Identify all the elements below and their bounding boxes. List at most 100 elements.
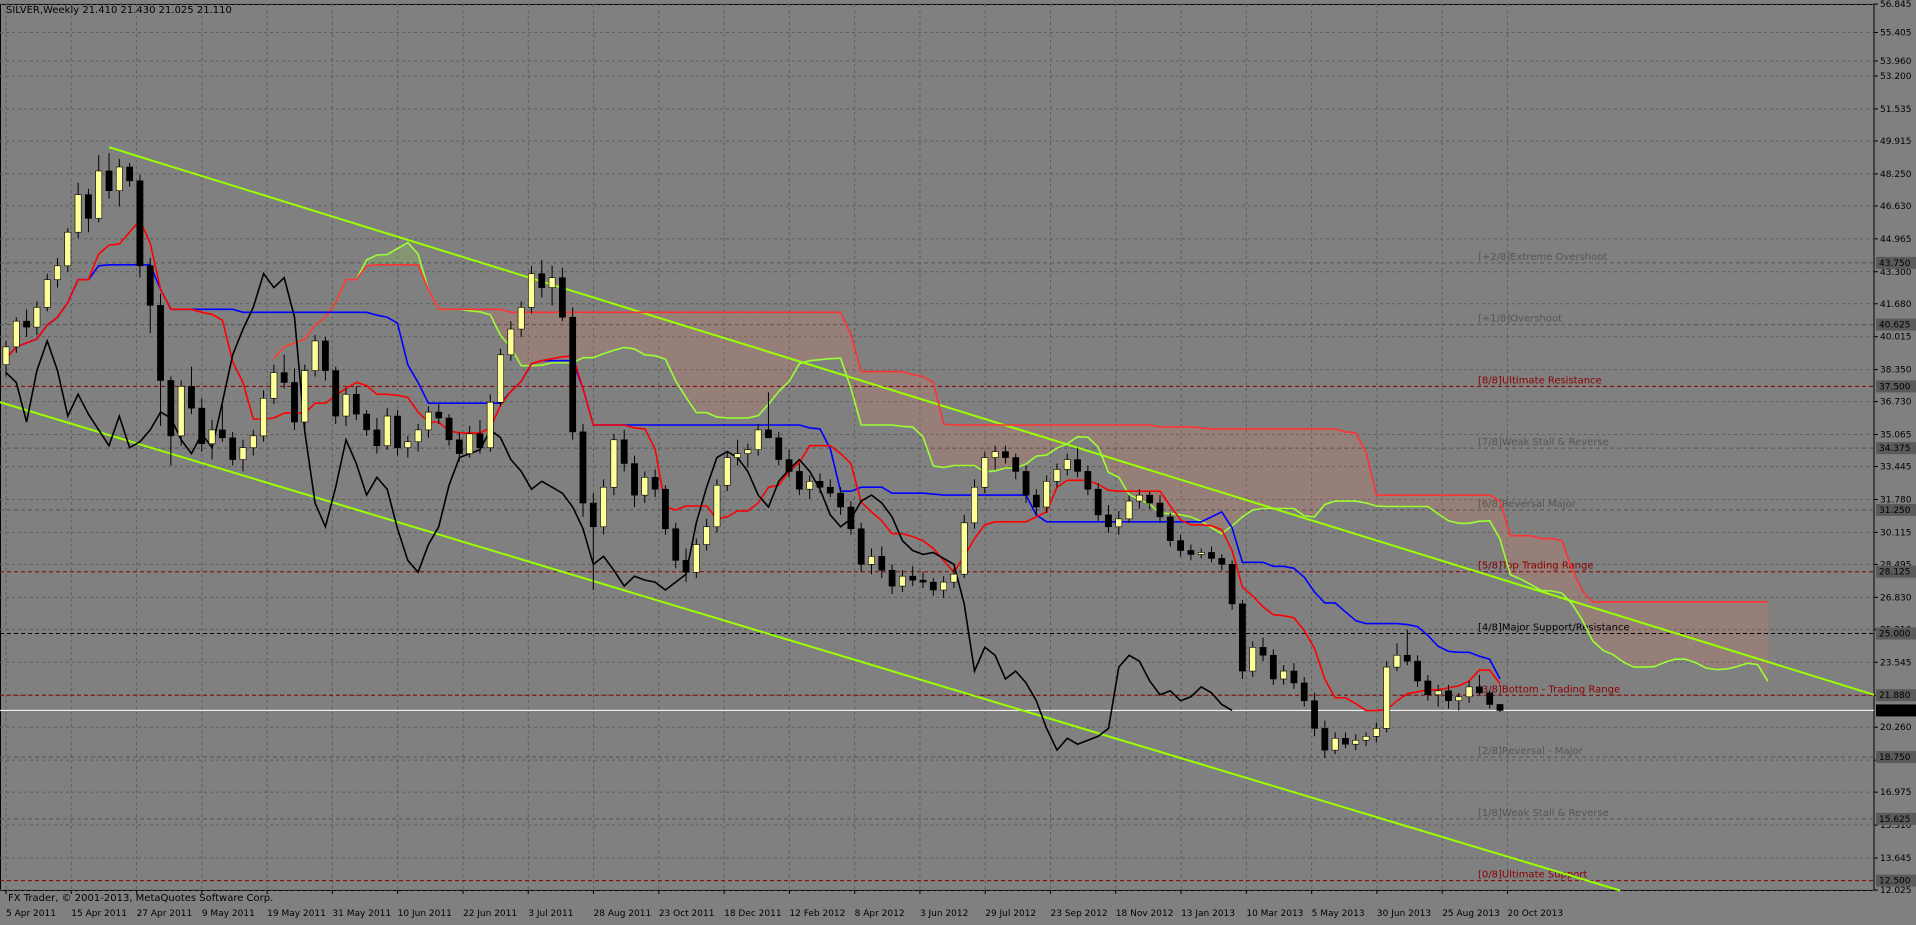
cloud-segment [1726, 601, 1737, 670]
candle-bear [105, 170, 113, 192]
candle-bear [631, 463, 638, 496]
candle-bear [682, 560, 690, 573]
candle-bull [249, 435, 257, 448]
candle-bull [723, 457, 731, 486]
cloud-segment [1077, 424, 1088, 438]
murrey-level-label: [8/8]Ultimate Resistance [1478, 375, 1602, 386]
cloud-segment [1211, 428, 1222, 534]
candle-bear [1156, 502, 1164, 518]
y-tick-label: 38.350 [1880, 366, 1912, 376]
candle-bear [1239, 603, 1246, 672]
candle-bear [476, 433, 484, 448]
x-tick-label: 8 Apr 2012 [855, 909, 905, 919]
price-badge-label: 43.750 [1879, 259, 1911, 269]
cloud-segment [747, 312, 759, 419]
cloud-segment [696, 312, 707, 413]
candle-bear [1032, 494, 1040, 508]
cloud-segment [541, 312, 553, 366]
y-tick-label: 55.405 [1880, 28, 1912, 38]
price-badge-label: 31.250 [1879, 506, 1911, 516]
cloud-segment [1407, 495, 1418, 507]
candle-bull [2, 346, 10, 365]
price-chart: [+2/8]Extreme Overshoot [+1/8]Overshoot [8… [0, 0, 1916, 925]
cloud-segment [830, 312, 841, 359]
candle-bear [1146, 494, 1154, 504]
candle-bear [847, 506, 855, 530]
y-tick-label: 44.965 [1880, 235, 1912, 245]
candle-bull [115, 166, 123, 192]
cloud-segment [1293, 428, 1305, 516]
candle-bull [74, 194, 82, 233]
x-tick-label: 25 Aug 2013 [1442, 909, 1500, 919]
cloud-segment [1304, 428, 1315, 517]
candle-bull [239, 447, 247, 460]
candle-bear [218, 429, 226, 439]
cloud-segment [1510, 535, 1521, 580]
candle-bear [878, 556, 886, 571]
x-tick-label: 27 Apr 2011 [137, 909, 193, 919]
candle-bear [775, 437, 783, 460]
candle-bull [43, 279, 51, 308]
candle-bear [1187, 550, 1195, 555]
cloud-segment [1263, 428, 1274, 509]
candle-bull [1135, 494, 1143, 502]
candle-bear [157, 305, 164, 381]
price-badge-label: 15.625 [1879, 815, 1911, 825]
candle-bull [404, 441, 412, 448]
y-tick-label: 12.025 [1880, 886, 1912, 896]
candle-bear [1105, 514, 1112, 528]
candle-bear [167, 380, 175, 437]
x-tick-label: 5 Apr 2011 [6, 909, 56, 919]
x-tick-label: 13 Jan 2013 [1181, 909, 1235, 919]
candle-bull [1465, 686, 1473, 698]
murrey-level-label: [2/8]Reversal - Major [1478, 746, 1583, 757]
candle-bear [888, 569, 896, 587]
candle-bear [785, 459, 793, 472]
candle-bear [1300, 682, 1308, 702]
candle-bull [507, 328, 515, 356]
price-badge-label: 34.375 [1879, 444, 1911, 454]
cloud-segment [1376, 495, 1387, 507]
cloud-segment [871, 371, 882, 425]
candle-bear [651, 477, 659, 490]
candle-bear [1094, 488, 1102, 516]
x-tick-label: 22 Jun 2011 [463, 909, 517, 919]
cloud-segment [799, 312, 810, 364]
y-tick-label: 53.960 [1880, 57, 1912, 67]
candle-bull [342, 394, 350, 417]
cloud-segment [1448, 495, 1459, 524]
murrey-level-label: [1/8]Weak Stall & Reverse [1478, 808, 1609, 819]
chart-area: [+2/8]Extreme Overshoot [+1/8]Overshoot [8… [0, 0, 1916, 925]
cloud-segment [1180, 426, 1191, 517]
cloud-segment [953, 424, 965, 466]
x-tick-label: 23 Sep 2012 [1051, 909, 1108, 919]
x-tick-label: 20 Oct 2013 [1507, 909, 1563, 919]
candle-bear [229, 437, 237, 460]
candle-bull [95, 170, 103, 219]
cloud-segment [603, 312, 614, 354]
candle-bull [713, 484, 721, 528]
candle-bear [1022, 471, 1030, 496]
candle-bear [188, 386, 195, 409]
candle-bull [971, 486, 978, 524]
candle-bull [1197, 552, 1205, 555]
cloud-segment [1396, 495, 1408, 507]
symbol-header: SILVER,Weekly 21.410 21.430 21.025 21.11… [6, 5, 232, 16]
copyright-text: FX Trader, © 2001-2013, MetaQuotes Softw… [8, 893, 273, 904]
candle-bear [1290, 670, 1298, 684]
candle-bear [826, 486, 834, 494]
y-tick-label: 53.200 [1880, 72, 1912, 82]
candle-bear [1002, 451, 1009, 458]
cloud-segment [1036, 424, 1047, 457]
candle-bear [85, 194, 92, 219]
candle-bear [765, 429, 772, 439]
cloud-segment [768, 312, 779, 405]
price-badge-label: 28.125 [1879, 568, 1911, 578]
candle-bear [1084, 471, 1092, 490]
cloud-segment [1458, 495, 1470, 524]
candle-bear [662, 488, 669, 530]
cloud-segment [943, 423, 954, 468]
cloud-segment [727, 312, 738, 419]
y-tick-label: 48.250 [1880, 170, 1912, 180]
cloud-segment [1695, 601, 1707, 669]
